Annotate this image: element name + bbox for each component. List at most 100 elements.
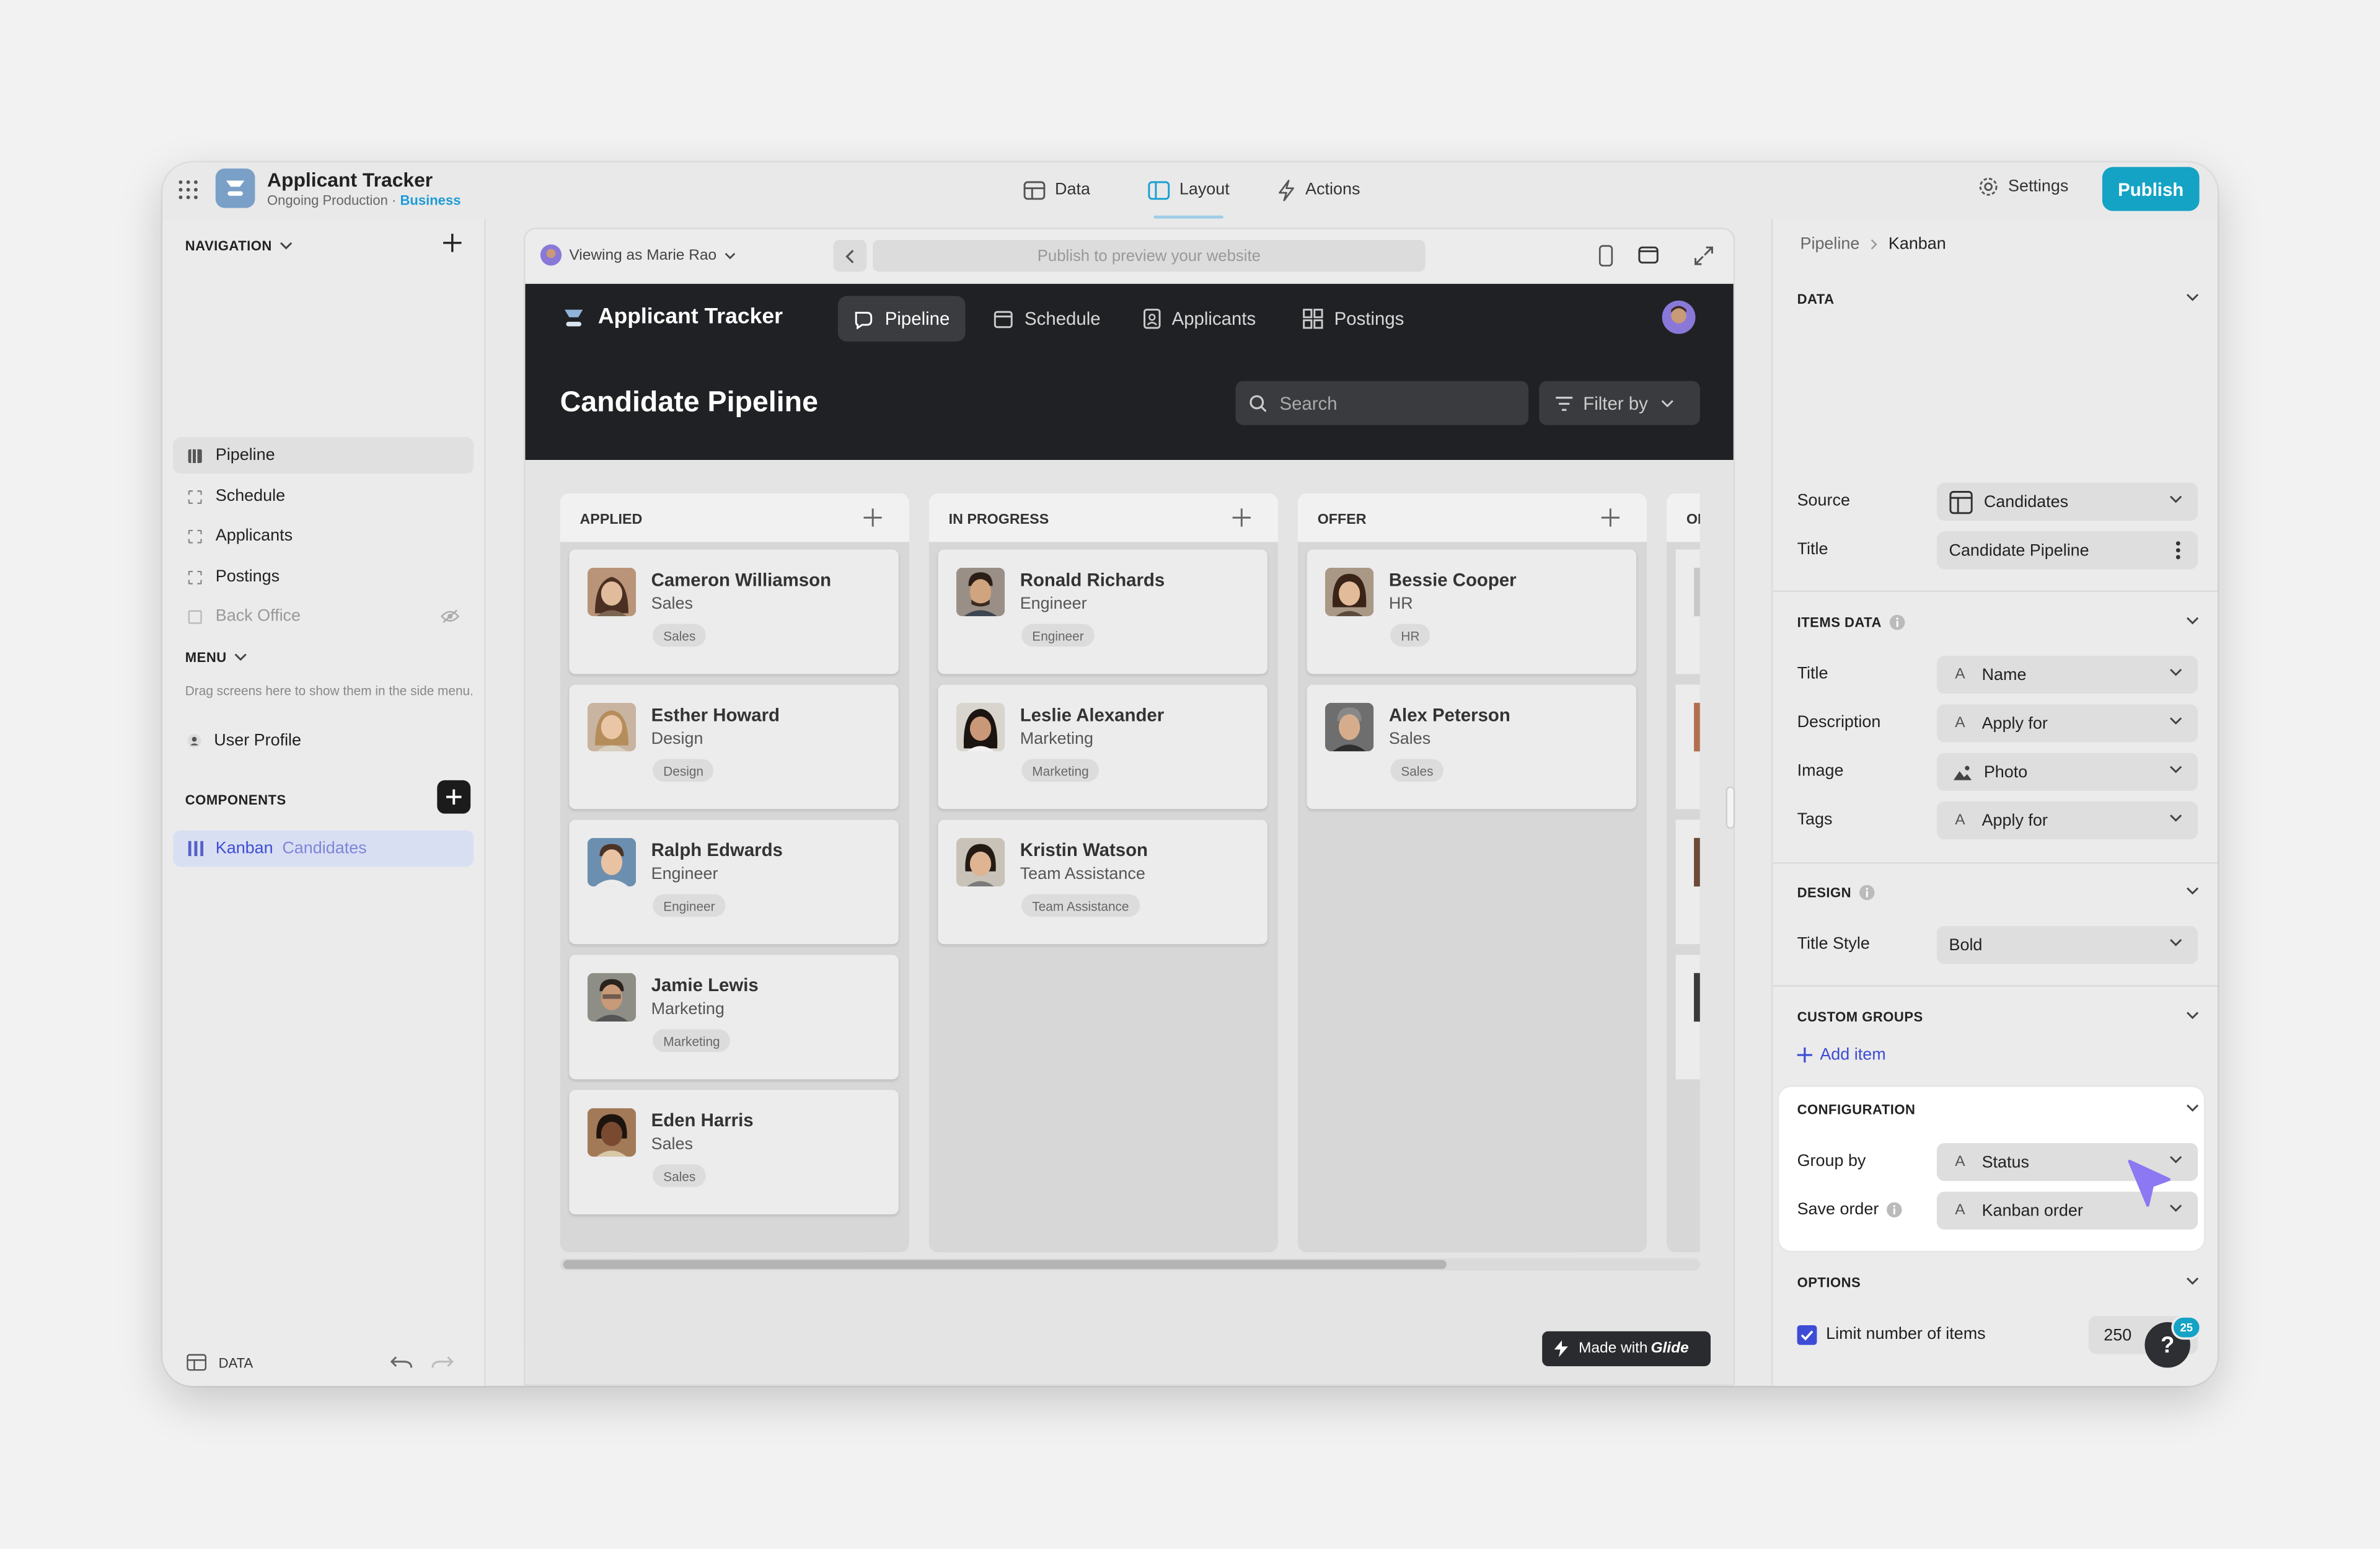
card-tag: Sales (653, 1164, 707, 1188)
undo-icon[interactable] (390, 1356, 413, 1370)
items-description-select[interactable]: A Apply for (1936, 704, 2198, 743)
plan-badge: Business (400, 193, 461, 208)
back-button[interactable] (833, 239, 867, 272)
card-description: Engineer (651, 865, 718, 884)
add-card-icon[interactable] (863, 508, 882, 527)
tab-applicants[interactable]: Applicants (1128, 296, 1271, 342)
sidebar-item-pipeline[interactable]: Pipeline (173, 437, 474, 474)
grid-icon (1302, 308, 1323, 329)
tab-postings[interactable]: Postings (1287, 296, 1419, 342)
add-card-icon[interactable] (1232, 508, 1251, 527)
limit-items-checkbox[interactable] (1797, 1325, 1817, 1345)
tab-layout-label: Layout (1179, 180, 1230, 199)
title-style-select[interactable]: Bold (1936, 925, 2198, 964)
menu-item-user-profile[interactable]: User Profile (187, 731, 301, 750)
menu-header[interactable]: MENU (185, 650, 248, 665)
divider (1773, 862, 2218, 864)
info-icon[interactable] (1889, 614, 1905, 630)
help-notification-badge: 25 (2173, 1317, 2200, 1338)
chevron-down-icon[interactable] (2186, 293, 2200, 302)
app-window: Applicant Tracker Ongoing Production · B… (162, 162, 2218, 1386)
phone-view-icon[interactable] (1598, 244, 1613, 267)
tab-data-label: Data (1055, 180, 1090, 199)
app-preview: Viewing as Marie Rao Publish to preview … (523, 227, 1735, 1386)
expand-icon[interactable] (1694, 246, 1714, 266)
chevron-down-icon[interactable] (2186, 1103, 2200, 1113)
add-component-button[interactable] (437, 780, 471, 814)
filter-dropdown[interactable]: Filter by (1539, 381, 1700, 425)
tab-data[interactable]: Data (1023, 175, 1090, 205)
resize-handle[interactable] (1727, 788, 1734, 827)
kanban-card[interactable]: Alex Peterson Sales Sales (1307, 684, 1637, 810)
column-header: IN PROGRESS (928, 493, 1279, 542)
environment-label: Ongoing Production · (267, 193, 400, 208)
column-header: OFFER (1297, 493, 1647, 542)
tab-layout[interactable]: Layout (1147, 175, 1230, 219)
viewing-as-selector[interactable]: Viewing as Marie Rao (540, 244, 736, 266)
source-select[interactable]: Candidates (1936, 482, 2198, 521)
chevron-down-icon[interactable] (2186, 1011, 2200, 1020)
kanban-card[interactable]: Leslie Alexander Marketing Marketing (938, 684, 1267, 810)
tab-schedule[interactable]: Schedule (977, 296, 1116, 342)
section-heading-data: DATA (1797, 291, 1835, 307)
chevron-down-icon[interactable] (2186, 886, 2200, 896)
add-screen-icon[interactable] (442, 232, 463, 254)
url-bar[interactable]: Publish to preview your website (873, 239, 1426, 272)
tab-pipeline[interactable]: Pipeline (837, 296, 965, 342)
items-image-select[interactable]: Photo (1936, 752, 2198, 791)
search-input[interactable]: Search (1235, 381, 1529, 425)
kanban-card[interactable]: Bessie Cooper HR HR (1307, 549, 1637, 674)
sidebar-item-applicants[interactable]: Applicants (173, 518, 474, 554)
candidate-photo (587, 702, 637, 752)
kanban-card[interactable]: Esther Howard Design Design (569, 684, 899, 810)
horizontal-scrollbar[interactable] (560, 1258, 1700, 1271)
preview-toolbar: Viewing as Marie Rao Publish to preview … (525, 229, 1734, 283)
column-title: IN PROGRESS (948, 511, 1049, 529)
publish-button[interactable]: Publish (2102, 167, 2200, 211)
screen-icon (188, 570, 202, 584)
data-editor-link[interactable]: DATA (187, 1354, 253, 1371)
items-title-select[interactable]: A Name (1936, 655, 2198, 694)
made-with-glide-badge[interactable]: Made with Glide (1542, 1331, 1711, 1367)
info-icon[interactable] (1886, 1202, 1902, 1218)
sidebar-item-schedule[interactable]: Schedule (173, 478, 474, 514)
add-item-button[interactable]: Add item (1797, 1046, 1886, 1064)
component-source: Candidates (282, 839, 367, 858)
kanban-card[interactable]: Cameron Williamson Sales Sales (569, 549, 899, 674)
kanban-card[interactable]: Ralph Edwards Engineer Engineer (569, 819, 899, 945)
chevron-down-icon[interactable] (2186, 1277, 2200, 1286)
chevron-down-icon[interactable] (2186, 616, 2200, 625)
settings-button[interactable]: Settings (1978, 176, 2068, 197)
layout-icon (1147, 180, 1170, 200)
kanban-card[interactable]: Kristin Watson Team Assistance Team Assi… (938, 819, 1267, 945)
add-card-icon[interactable] (1601, 508, 1620, 527)
app-subtitle: Ongoing Production · Business (267, 193, 461, 208)
kanban-card[interactable]: Eden Harris Sales Sales (569, 1090, 899, 1215)
tab-actions[interactable]: Actions (1277, 175, 1360, 205)
title-style-value: Bold (1949, 935, 1983, 955)
gear-icon (1978, 176, 1999, 197)
navigation-header[interactable]: NAVIGATION (185, 238, 293, 254)
card-description: Design (651, 730, 703, 749)
kanban-card[interactable]: Ronald Richards Engineer Engineer (938, 549, 1267, 674)
avatar[interactable] (1662, 300, 1696, 334)
divider (1773, 590, 2218, 593)
chevron-down-icon (2169, 765, 2183, 774)
sidebar-item-back-office[interactable]: Back Office (173, 598, 474, 635)
made-with-label: Made with (1578, 1340, 1648, 1357)
items-tags-select[interactable]: A Apply for (1936, 801, 2198, 840)
apps-grid-icon[interactable] (178, 179, 199, 200)
breadcrumb-parent[interactable]: Pipeline (1800, 236, 1859, 254)
redo-icon[interactable] (431, 1356, 454, 1370)
title-input[interactable]: Candidate Pipeline (1936, 531, 2198, 570)
info-icon[interactable] (1859, 885, 1874, 901)
app-logo (215, 168, 255, 208)
component-kanban-candidates[interactable]: Kanban Candidates (173, 830, 474, 867)
more-vertical-icon[interactable] (2175, 541, 2181, 560)
hidden-eye-icon[interactable] (440, 609, 460, 624)
tablet-view-icon[interactable] (1637, 246, 1659, 264)
sidebar-item-postings[interactable]: Postings (173, 558, 474, 595)
kanban-card[interactable]: Jamie Lewis Marketing Marketing (569, 955, 899, 1080)
card-description: HR (1388, 595, 1413, 614)
scrollbar-thumb[interactable] (563, 1260, 1447, 1269)
